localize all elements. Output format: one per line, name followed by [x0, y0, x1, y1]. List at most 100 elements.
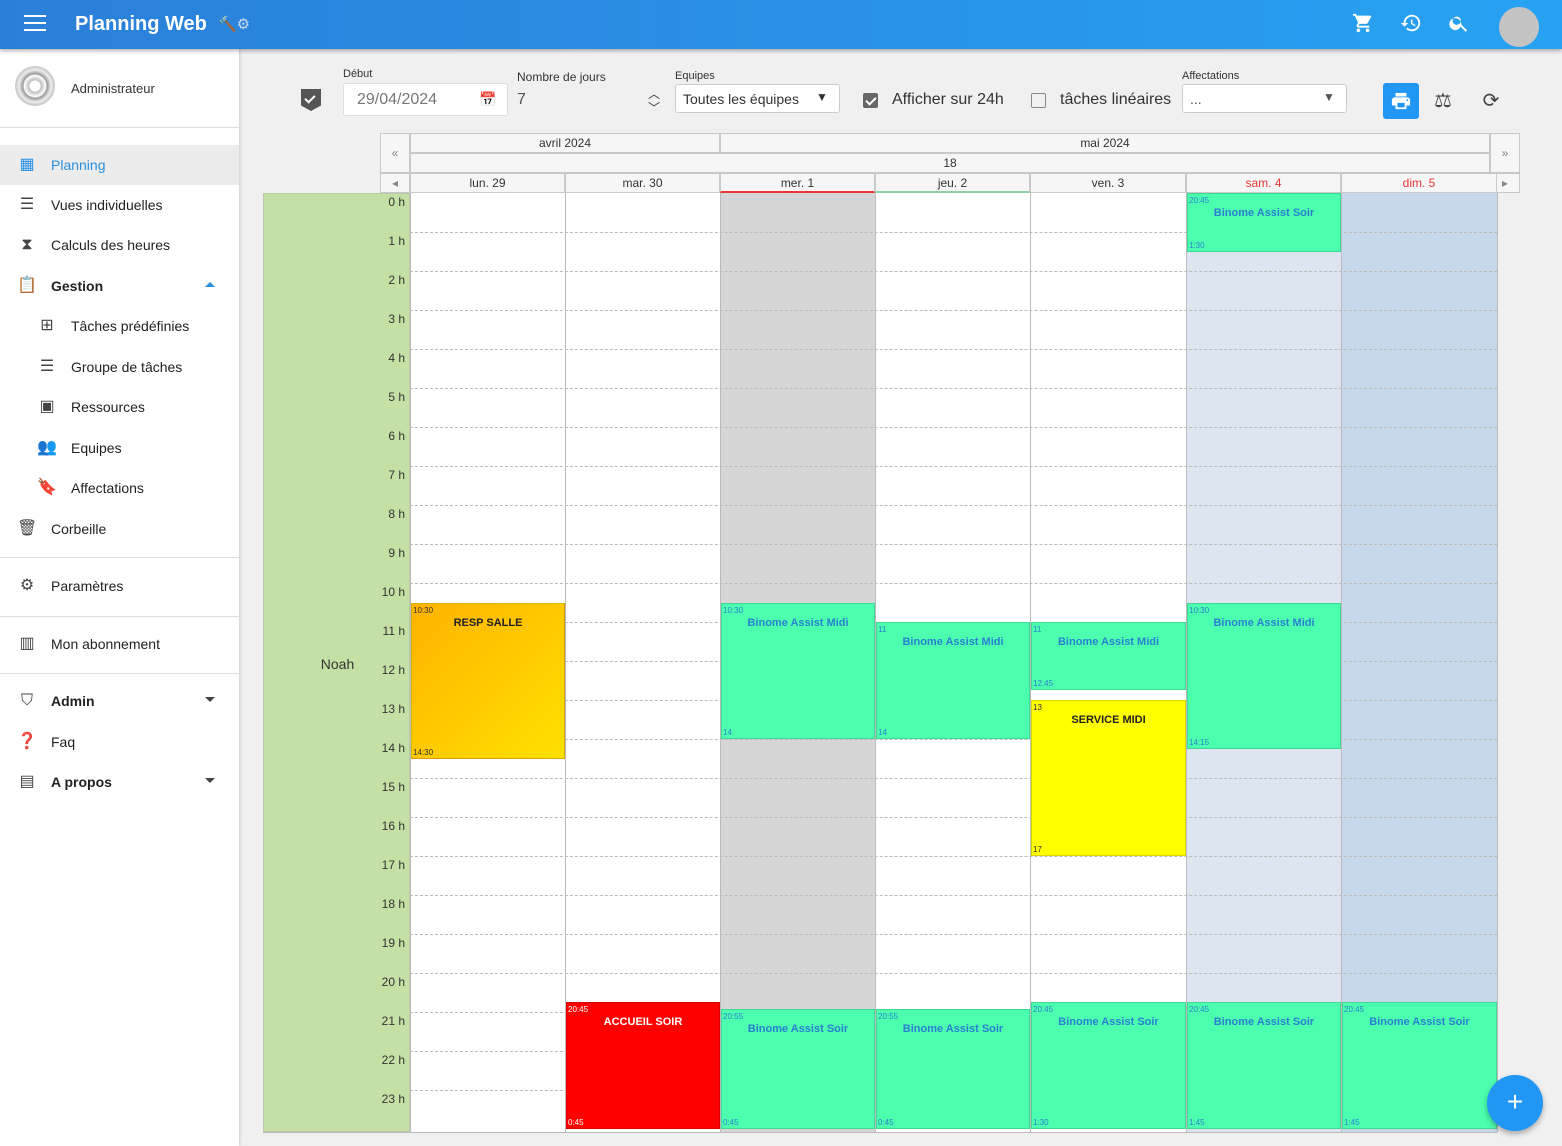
- chevron-up-icon[interactable]: ︿: [648, 87, 660, 101]
- sidebar-item-corbeille[interactable]: 🗑 Corbeille: [0, 509, 239, 549]
- hour-label: 4 h: [388, 351, 405, 365]
- calendar-picker-icon[interactable]: 📅: [479, 91, 496, 108]
- cart-icon[interactable]: [1351, 12, 1375, 36]
- sidebar-item-apropos[interactable]: ▤ A propos: [0, 762, 239, 802]
- hour-gridline: [410, 466, 1497, 467]
- event-block[interactable]: 20:55 Binome Assist Soir 0:45: [876, 1008, 1030, 1129]
- hour-gridline: [410, 817, 1497, 818]
- history-icon[interactable]: [1399, 12, 1423, 36]
- hour-gridline: [410, 427, 1497, 428]
- day-column[interactable]: [1341, 193, 1497, 1132]
- hour-label: 5 h: [388, 390, 405, 404]
- day-header[interactable]: dim. 5: [1341, 173, 1497, 193]
- sidebar-item-ressources[interactable]: ▣ Ressources: [0, 387, 239, 427]
- event-block[interactable]: 20:45 Binome Assist Soir 1:30: [1187, 193, 1341, 252]
- event-end-time: 12:45: [1033, 679, 1054, 689]
- select-all-icon[interactable]: [301, 89, 321, 111]
- chevron-down-icon[interactable]: ﹀: [648, 101, 660, 115]
- sidebar-item-gestion[interactable]: 📋 Gestion: [0, 266, 239, 306]
- debut-date-input[interactable]: 29/04/2024 📅: [343, 83, 508, 116]
- day-header[interactable]: mer. 1: [720, 173, 875, 193]
- hour-label: 17 h: [381, 858, 405, 872]
- lineaires-checkbox[interactable]: [1031, 93, 1046, 108]
- hour-label: 11 h: [382, 624, 405, 638]
- sidebar-item-abonnement[interactable]: ▥ Mon abonnement: [0, 624, 239, 664]
- help-icon: ❓: [17, 733, 37, 750]
- event-end-time: 0:45: [878, 1118, 894, 1127]
- bookmark-icon: 🔖: [37, 479, 57, 496]
- event-block[interactable]: 10:30 Binome Assist Midi 14:15: [1187, 602, 1341, 749]
- day-header[interactable]: jeu. 2: [875, 173, 1030, 193]
- list-numbered-icon: ☰: [39, 358, 55, 375]
- nbjours-input[interactable]: 7: [517, 91, 662, 117]
- event-block[interactable]: 20:45 Binome Assist Soir 1:30: [1031, 1002, 1186, 1129]
- event-block[interactable]: 20:45 Binome Assist Soir 1:45: [1187, 1002, 1341, 1129]
- affectations-select[interactable]: ... ▼: [1182, 84, 1347, 113]
- sidebar-item-groupe-taches[interactable]: ☰ Groupe de tâches: [0, 347, 239, 387]
- day-header[interactable]: lun. 29: [410, 173, 565, 193]
- event-end-time: 1:30: [1033, 1118, 1049, 1127]
- day-column[interactable]: [565, 193, 720, 1132]
- equipes-select[interactable]: Toutes les équipes ▼: [675, 84, 840, 113]
- sidebar-item-faq[interactable]: ❓ Faq: [0, 722, 239, 762]
- afficher24-checkbox[interactable]: [863, 93, 878, 108]
- hour-label: 1 h: [388, 234, 405, 248]
- print-button[interactable]: [1383, 83, 1419, 119]
- search-icon[interactable]: [1447, 12, 1471, 36]
- user-avatar[interactable]: [1499, 7, 1539, 47]
- hour-gridline: [410, 310, 1497, 311]
- sidebar-item-label: Equipes: [71, 440, 122, 456]
- sidebar: Administrateur ▦ Planning ☰ Vues individ…: [0, 49, 239, 1146]
- sidebar-item-equipes[interactable]: 👥 Equipes: [0, 428, 239, 468]
- chevron-down-icon: [205, 697, 215, 702]
- balance-icon[interactable]: ⚖: [1425, 83, 1461, 119]
- day-header[interactable]: sam. 4: [1186, 173, 1341, 193]
- tools-icon: 🔨⚙: [218, 16, 251, 33]
- hour-label: 10 h: [381, 585, 405, 599]
- affectations-label: Affectations: [1182, 70, 1240, 82]
- nbjours-stepper[interactable]: ︿ ﹀: [648, 87, 660, 115]
- event-end-time: 14:30: [413, 747, 434, 757]
- event-block[interactable]: 10:30 Binome Assist Midi 14: [721, 602, 875, 739]
- event-block[interactable]: 20:45 Binome Assist Soir 1:45: [1342, 1002, 1497, 1129]
- event-block[interactable]: 20:55 Binome Assist Soir 0:45: [721, 1008, 875, 1129]
- sidebar-item-calculs-heures[interactable]: ⧗ Calculs des heures: [0, 225, 239, 265]
- event-block[interactable]: 20:45 ACCUEIL SOIR 0:45: [566, 1002, 720, 1129]
- sidebar-item-admin[interactable]: ⛉ Admin: [0, 681, 239, 721]
- sidebar-item-planning[interactable]: ▦ Planning: [0, 145, 239, 185]
- sidebar-item-vues-individuelles[interactable]: ☰ Vues individuelles: [0, 185, 239, 225]
- refresh-icon[interactable]: ⟳: [1473, 83, 1509, 119]
- event-start-time: 20:55: [723, 1011, 744, 1021]
- sidebar-item-affectations[interactable]: 🔖 Affectations: [0, 468, 239, 508]
- hour-label: 21 h: [381, 1014, 405, 1028]
- hour-label: 20 h: [381, 975, 405, 989]
- nbjours-label: Nombre de jours: [517, 70, 606, 84]
- day-header[interactable]: ven. 3: [1030, 173, 1186, 193]
- hour-label: 2 h: [388, 273, 405, 287]
- event-end-time: 14:15: [1189, 737, 1210, 747]
- event-block[interactable]: 13 SERVICE MIDI 17: [1031, 700, 1186, 856]
- sidebar-item-label: Corbeille: [51, 521, 107, 537]
- event-block[interactable]: 11 Binome Assist Midi 12:45: [1031, 622, 1186, 691]
- calendar-icon: ▦: [19, 156, 35, 173]
- add-button[interactable]: +: [1487, 1075, 1543, 1131]
- event-block[interactable]: 10:30 RESP SALLE 14:30: [411, 602, 565, 759]
- sidebar-item-label: Mon abonnement: [51, 636, 160, 652]
- sidebar-item-taches-predefinies[interactable]: ⊞ Tâches prédéfinies: [0, 306, 239, 346]
- event-title: Binome Assist Soir: [1213, 207, 1315, 219]
- event-start-time: 20:45: [568, 1005, 589, 1015]
- prev-day-icon[interactable]: ◂: [380, 173, 410, 193]
- hour-label: 6 h: [388, 429, 405, 443]
- divider: [0, 673, 239, 674]
- shield-user-icon: ⛉: [20, 692, 33, 709]
- menu-icon[interactable]: [24, 15, 46, 33]
- sidebar-item-parametres[interactable]: ⚙ Paramètres: [0, 566, 239, 606]
- event-block[interactable]: 11 Binome Assist Midi 14: [876, 622, 1030, 739]
- event-title: RESP SALLE: [453, 616, 523, 629]
- next-week-icon[interactable]: »: [1490, 133, 1520, 173]
- day-header[interactable]: mar. 30: [565, 173, 720, 193]
- prev-week-icon[interactable]: «: [380, 133, 410, 173]
- badge-icon: ▣: [39, 398, 55, 415]
- dropdown-arrow-icon: ▼: [1323, 90, 1335, 104]
- hour-gridline: [410, 505, 1497, 506]
